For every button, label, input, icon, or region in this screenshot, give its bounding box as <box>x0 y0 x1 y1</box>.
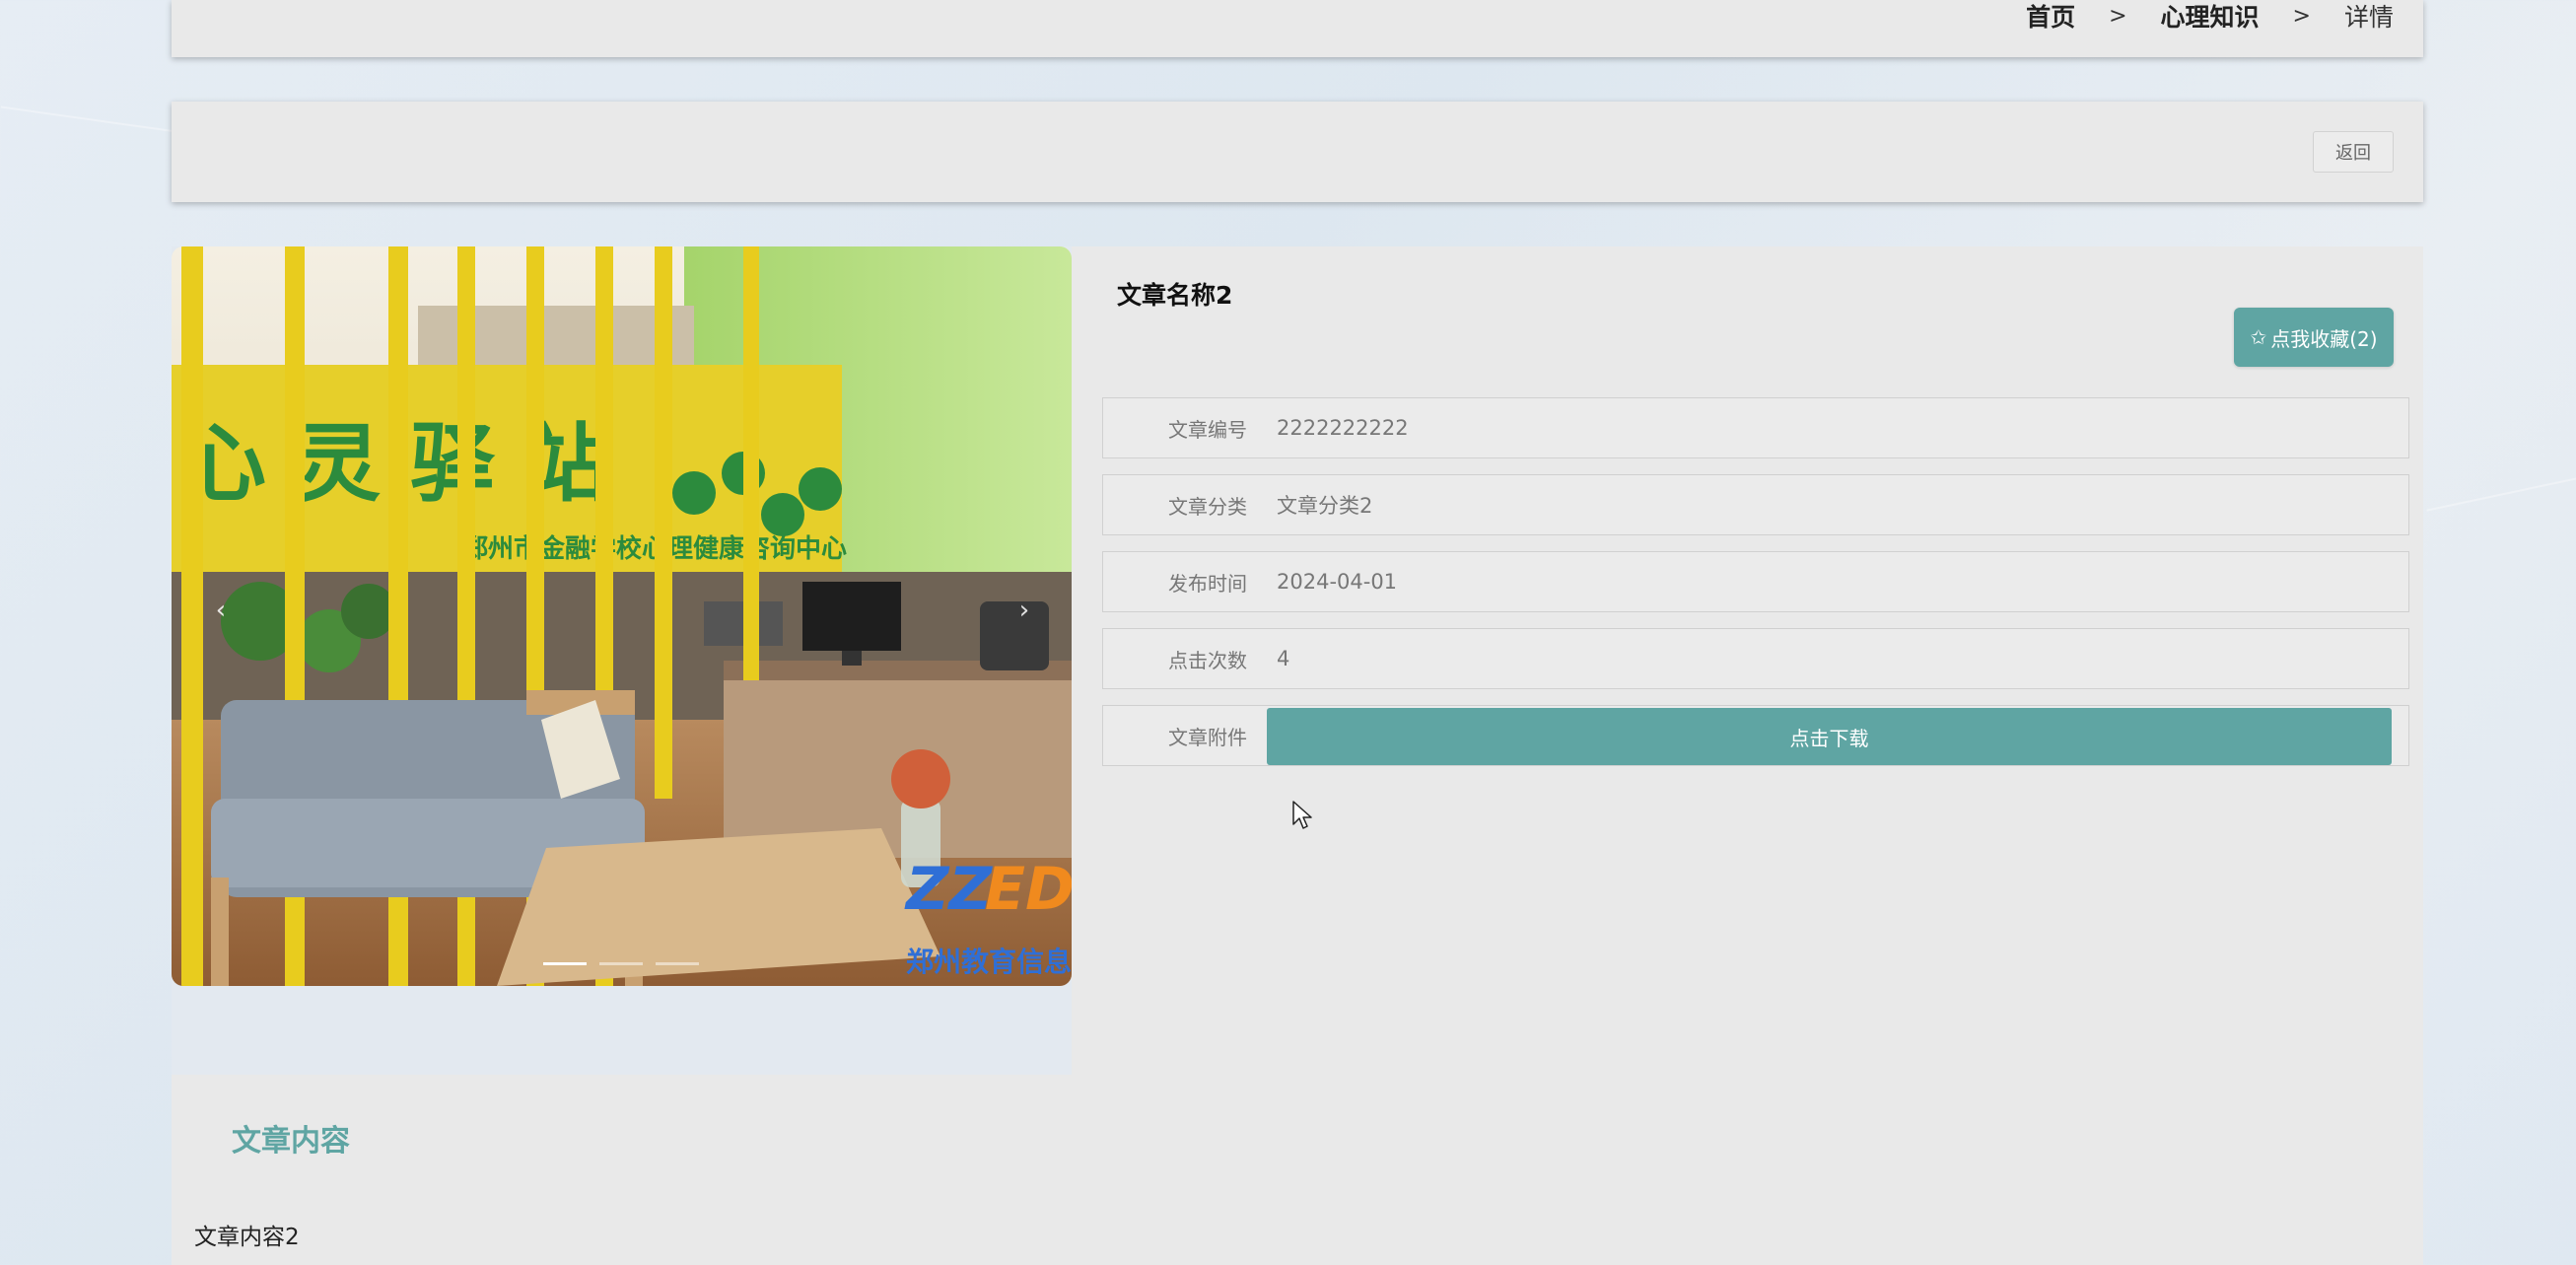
breadcrumb-separator: > <box>2292 3 2311 29</box>
breadcrumb-home-link[interactable]: 首页 <box>2026 0 2075 34</box>
field-label: 文章编号 <box>1168 417 1247 442</box>
field-label: 点击次数 <box>1168 648 1247 672</box>
breadcrumb: 首页 > 心理知识 > 详情 <box>2026 0 2394 32</box>
back-button[interactable]: 返回 <box>2313 131 2394 173</box>
carousel-image: 心 灵 驿 站 郑州市金融学校心理健康咨询中心 ZZ ED 郑州教 <box>172 246 1072 986</box>
svg-text:ED: ED <box>985 855 1072 924</box>
carousel-indicator[interactable] <box>543 962 587 965</box>
field-value: 2024-04-01 <box>1277 570 1398 594</box>
svg-text:郑州教育信息网: 郑州教育信息网 <box>906 946 1072 978</box>
download-button[interactable]: 点击下载 <box>1267 708 2392 765</box>
image-carousel[interactable]: 心 灵 驿 站 郑州市金融学校心理健康咨询中心 ZZ ED 郑州教 <box>172 246 1072 986</box>
chevron-right-icon: › <box>1018 596 1030 625</box>
field-label: 文章附件 <box>1168 725 1247 749</box>
breadcrumb-current: 详情 <box>2343 3 2394 32</box>
info-row-article-category: 文章分类 文章分类2 <box>1102 474 2409 535</box>
background-decoration <box>2426 476 2576 512</box>
carousel-indicators <box>543 962 699 965</box>
field-value: 2222222222 <box>1277 416 1409 440</box>
carousel-indicator[interactable] <box>599 962 643 965</box>
breadcrumb-bar: 首页 > 心理知识 > 详情 <box>172 0 2423 57</box>
info-row-article-number: 文章编号 2222222222 <box>1102 397 2409 458</box>
info-row-click-count: 点击次数 4 <box>1102 628 2409 689</box>
mouse-cursor-icon <box>1292 801 1312 829</box>
background-decoration <box>0 105 177 133</box>
content-heading: 文章内容 <box>232 1124 350 1159</box>
favorite-label: 点我收藏(2) <box>2270 326 2378 351</box>
star-outline-icon: ✩ <box>2250 325 2267 349</box>
field-value: 文章分类2 <box>1277 494 1373 518</box>
favorite-button[interactable]: ✩ 点我收藏(2) <box>2234 308 2394 367</box>
field-label: 文章分类 <box>1168 494 1247 519</box>
field-value: 4 <box>1277 647 1290 670</box>
carousel-next-button[interactable]: › <box>1005 596 1044 625</box>
carousel-indicator[interactable] <box>656 962 699 965</box>
carousel-prev-button[interactable]: ‹ <box>201 596 241 625</box>
toolbar: 返回 <box>172 102 2423 202</box>
article-title: 文章名称2 <box>1117 281 1233 310</box>
chevron-left-icon: ‹ <box>215 596 227 625</box>
breadcrumb-separator: > <box>2109 3 2127 29</box>
field-label: 发布时间 <box>1168 571 1247 596</box>
svg-text:ZZ: ZZ <box>904 855 994 924</box>
breadcrumb-section-link[interactable]: 心理知识 <box>2161 0 2260 34</box>
content-body: 文章内容2 <box>194 1225 300 1250</box>
info-row-publish-time: 发布时间 2024-04-01 <box>1102 551 2409 612</box>
article-content-panel <box>172 1075 2423 1265</box>
